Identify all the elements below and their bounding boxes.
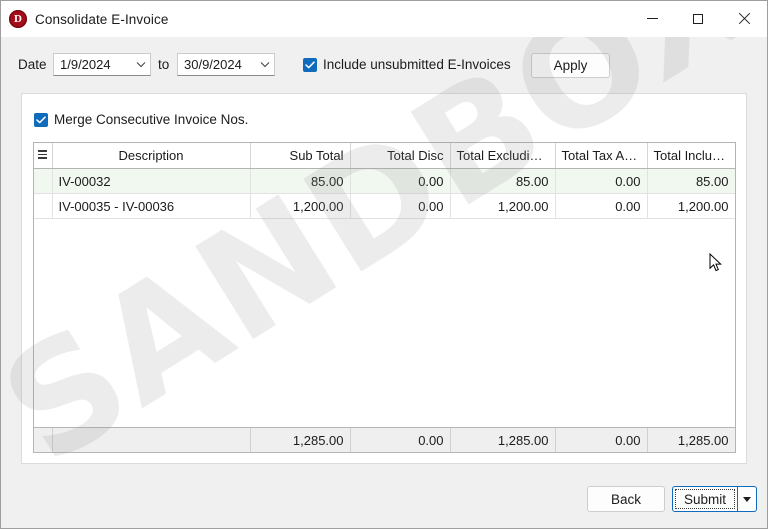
cell-description: IV-00035 - IV-00036	[52, 193, 251, 219]
cell-total-tax-amount: 0.00	[555, 193, 648, 219]
cell-description: IV-00032	[52, 168, 251, 194]
date-range-separator-label: to	[158, 57, 170, 72]
checkmark-icon	[303, 57, 317, 72]
maximize-icon	[693, 13, 703, 24]
date-from-input[interactable]: 1/9/2024	[53, 53, 151, 76]
cell-total-excluding: 1,200.00	[450, 193, 556, 219]
include-unsubmitted-checkbox[interactable]: Include unsubmitted E-Invoices	[303, 57, 511, 72]
grid-totals-row: 1,285.00 0.00 1,285.00 0.00 1,285.00	[34, 427, 735, 452]
date-label: Date	[18, 57, 47, 72]
cell-total-disc: 0.00	[350, 168, 451, 194]
merge-consecutive-checkbox[interactable]: Merge Consecutive Invoice Nos.	[34, 112, 248, 127]
cell-total-including: 1,200.00	[647, 193, 735, 219]
table-row[interactable]: IV-00035 - IV-00036 1,200.00 0.00 1,200.…	[34, 193, 735, 219]
grid-grip-icon	[34, 143, 53, 169]
row-selector[interactable]	[34, 193, 53, 219]
minimize-icon	[646, 18, 658, 19]
content-panel: Merge Consecutive Invoice Nos. Descripti…	[21, 93, 747, 464]
submit-dropdown-button[interactable]	[738, 486, 757, 512]
minimize-button[interactable]	[629, 1, 675, 36]
window-controls	[629, 1, 767, 36]
close-button[interactable]	[721, 1, 767, 36]
column-header-total-including[interactable]: Total Including...	[647, 143, 735, 169]
totals-total-including: 1,285.00	[647, 428, 735, 452]
apply-button[interactable]: Apply	[531, 53, 610, 78]
totals-sub-total: 1,285.00	[250, 428, 351, 452]
invoice-grid[interactable]: Description Sub Total Total Disc Total E…	[33, 142, 736, 453]
cell-sub-total: 1,200.00	[250, 193, 351, 219]
invoice-table: Description Sub Total Total Disc Total E…	[34, 143, 735, 219]
app-logo-icon: D	[9, 10, 27, 28]
app-logo-letter: D	[14, 12, 22, 25]
table-row[interactable]: IV-00032 85.00 0.00 85.00 0.00 85.00	[34, 168, 735, 194]
merge-consecutive-label: Merge Consecutive Invoice Nos.	[54, 112, 249, 127]
cell-sub-total: 85.00	[250, 168, 351, 194]
date-from-value: 1/9/2024	[60, 57, 111, 72]
submit-button[interactable]: Submit	[672, 486, 738, 512]
column-header-total-excluding[interactable]: Total Excluding...	[450, 143, 556, 169]
chevron-down-icon[interactable]	[256, 61, 274, 68]
include-unsubmitted-label: Include unsubmitted E-Invoices	[323, 57, 511, 72]
maximize-button[interactable]	[675, 1, 721, 36]
chevron-down-icon	[743, 496, 751, 502]
checkmark-icon	[34, 112, 48, 127]
column-header-description[interactable]: Description	[52, 143, 251, 169]
title-bar: D Consolidate E-Invoice	[1, 1, 767, 38]
column-header-total-tax-amount[interactable]: Total Tax Amo...	[555, 143, 648, 169]
date-to-input[interactable]: 30/9/2024	[177, 53, 275, 76]
column-header-total-disc[interactable]: Total Disc	[350, 143, 451, 169]
totals-description	[52, 428, 251, 452]
column-header-sub-total[interactable]: Sub Total	[250, 143, 351, 169]
close-icon	[738, 13, 750, 25]
submit-button-label: Submit	[683, 491, 727, 507]
cell-total-tax-amount: 0.00	[555, 168, 648, 194]
totals-total-tax-amount: 0.00	[555, 428, 648, 452]
totals-total-disc: 0.00	[350, 428, 451, 452]
cell-total-including: 85.00	[647, 168, 735, 194]
back-button[interactable]: Back	[587, 486, 665, 512]
consolidate-einvoice-window: D Consolidate E-Invoice Date 1/9/2024 to…	[0, 0, 768, 529]
cell-total-disc: 0.00	[350, 193, 451, 219]
chevron-down-icon[interactable]	[132, 61, 150, 68]
table-header-row: Description Sub Total Total Disc Total E…	[34, 143, 735, 169]
totals-table: 1,285.00 0.00 1,285.00 0.00 1,285.00	[34, 428, 735, 452]
date-to-value: 30/9/2024	[184, 57, 242, 72]
row-selector[interactable]	[34, 168, 53, 194]
apply-button-label: Apply	[553, 58, 588, 73]
totals-row-selector	[34, 428, 53, 452]
back-button-label: Back	[610, 491, 641, 507]
cell-total-excluding: 85.00	[450, 168, 556, 194]
totals-total-excluding: 1,285.00	[450, 428, 556, 452]
window-title: Consolidate E-Invoice	[35, 11, 169, 27]
